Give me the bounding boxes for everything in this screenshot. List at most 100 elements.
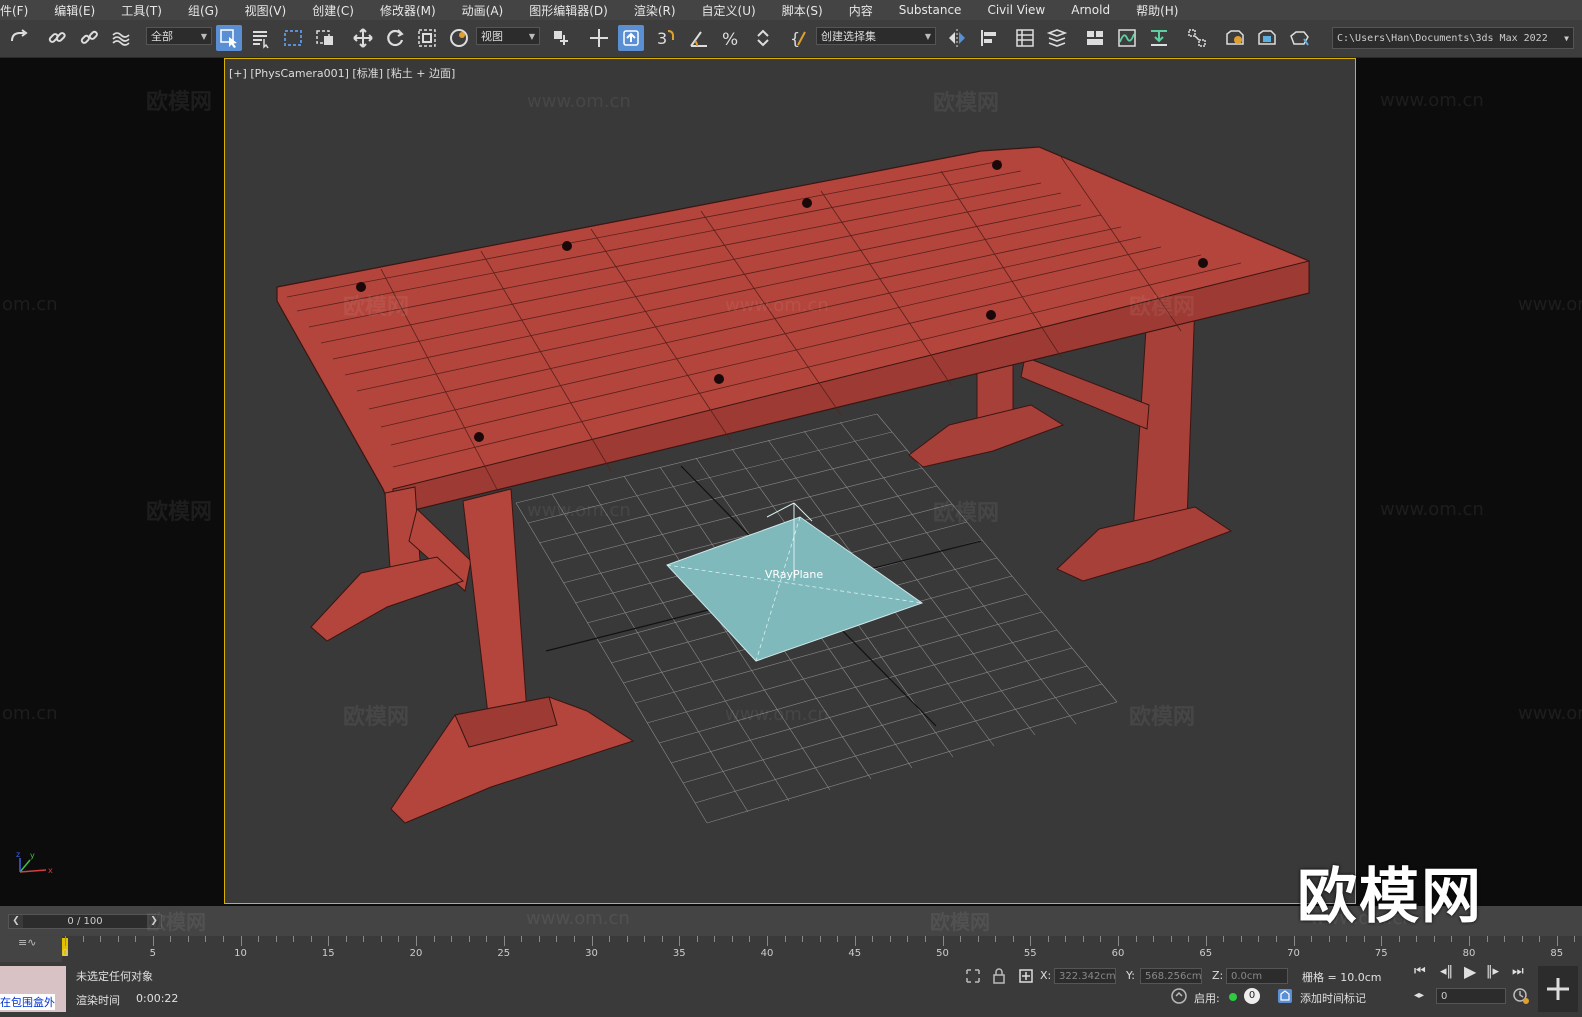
maxscript-listener[interactable]: 在包围盒外 (0, 966, 66, 1012)
time-tag-icon[interactable] (1276, 987, 1294, 1005)
create-panel-button[interactable] (1538, 966, 1578, 1012)
z-coord-field[interactable]: 0.0cm (1226, 968, 1288, 984)
next-frame-icon[interactable]: ❯ (147, 915, 161, 928)
snaps-toggle-icon[interactable]: 3 (652, 25, 678, 51)
viewport-label[interactable]: [+] [PhysCamera001] [标准] [粘土 + 边面] (229, 65, 455, 81)
toggle-ribbon-icon[interactable] (1082, 25, 1108, 51)
window-crossing-icon[interactable] (312, 25, 338, 51)
track-bar[interactable]: 0 5 10 15 20 25 30 35 40 45 50 55 60 65 70 75 80 85 (62, 936, 1582, 962)
adaptive-degradation-icon[interactable] (1170, 987, 1188, 1005)
scene-explorer-icon[interactable] (1012, 25, 1038, 51)
y-coord-label: Y: (1126, 969, 1135, 982)
layer-explorer-icon[interactable] (1044, 25, 1070, 51)
menu-item[interactable]: 内容 (837, 2, 887, 19)
mini-curve-editor-icon[interactable]: ≡∿ (18, 936, 36, 949)
goto-end-icon[interactable]: ⏭ (1512, 964, 1524, 979)
goto-start-icon[interactable]: ⏮ (1414, 964, 1426, 979)
menu-item[interactable]: Civil View (975, 3, 1059, 17)
rotate-icon[interactable] (382, 25, 408, 51)
menu-item[interactable]: 动画(A) (450, 2, 518, 19)
edit-named-selection-icon[interactable]: { (786, 25, 812, 51)
maxscript-link[interactable]: 在包围盒外 (0, 994, 55, 1010)
rendered-frame-window-icon[interactable] (1254, 25, 1280, 51)
keyboard-shortcut-override-icon[interactable] (618, 25, 644, 51)
ruler-tick (626, 936, 628, 942)
menu-item[interactable]: 视图(V) (233, 2, 301, 19)
menu-item[interactable]: 脚本(S) (770, 2, 837, 19)
previous-frame-icon[interactable]: ◂‖ (1440, 964, 1453, 979)
reference-coord-dropdown[interactable]: 视图 ▼ (476, 27, 540, 45)
ruler-tick (696, 936, 698, 942)
prev-frame-icon[interactable]: ❮ (9, 915, 23, 928)
angle-snap-icon[interactable] (686, 25, 712, 51)
current-frame-field[interactable]: 0 (1436, 988, 1506, 1004)
watermark: www.om.cn (1518, 294, 1582, 315)
ruler-tick (451, 936, 453, 942)
mirror-icon[interactable] (944, 25, 970, 51)
menu-item[interactable]: 工具(T) (109, 2, 176, 19)
time-config-icon[interactable] (1512, 987, 1530, 1005)
menu-item[interactable]: 编辑(E) (42, 2, 109, 19)
select-manipulate-icon[interactable] (586, 25, 612, 51)
move-icon[interactable] (350, 25, 376, 51)
key-mode-toggle-icon[interactable]: ◂▸ (1414, 990, 1424, 1001)
ruler-tick (503, 936, 505, 946)
percent-snap-icon[interactable]: % (718, 25, 744, 51)
redo-icon[interactable] (6, 25, 32, 51)
bind-space-warp-icon[interactable] (108, 25, 134, 51)
svg-text:x: x (48, 866, 53, 875)
ruler-tick (731, 936, 733, 942)
align-icon[interactable] (976, 25, 1002, 51)
select-by-name-icon[interactable] (248, 25, 274, 51)
unlink-icon[interactable] (76, 25, 102, 51)
watermark: om.cn (2, 703, 58, 724)
render-production-icon[interactable] (1286, 25, 1312, 51)
link-icon[interactable] (44, 25, 70, 51)
material-editor-icon[interactable] (1184, 25, 1210, 51)
schematic-view-icon[interactable] (1146, 25, 1172, 51)
ruler-tick (486, 936, 488, 942)
lock-icon[interactable] (990, 967, 1008, 985)
menu-item[interactable]: Arnold (1059, 3, 1124, 17)
table-front-legs[interactable] (310, 486, 635, 824)
selection-filter-dropdown[interactable]: 全部 ▼ (146, 27, 212, 45)
menu-item[interactable]: 图形编辑器(D) (517, 2, 622, 19)
menu-item[interactable]: 创建(C) (300, 2, 368, 19)
named-selection-dropdown[interactable]: 创建选择集 ▼ (816, 27, 936, 45)
render-setup-icon[interactable] (1222, 25, 1248, 51)
ruler-tick (416, 936, 417, 946)
camera-viewport[interactable]: [+] [PhysCamera001] [标准] [粘土 + 边面] VRayP… (224, 58, 1356, 904)
time-slider[interactable]: ❮ 0 / 100 ❯ (8, 914, 162, 929)
project-path-field[interactable]: C:\Users\Han\Documents\3ds Max 2022 ▼ (1332, 27, 1574, 49)
spinner-snap-icon[interactable] (750, 25, 776, 51)
ruler-tick (573, 936, 575, 942)
rect-selection-region-icon[interactable] (280, 25, 306, 51)
menu-item[interactable]: 帮助(H) (1124, 2, 1192, 19)
next-frame-icon[interactable]: ‖▸ (1486, 964, 1499, 979)
y-coord-field[interactable]: 568.256cm (1140, 968, 1202, 984)
ruler-tick (1100, 936, 1102, 942)
ruler-tick (293, 936, 295, 942)
menu-bar: 文件(F)编辑(E)工具(T)组(G)视图(V)创建(C)修改器(M)动画(A)… (0, 0, 1582, 20)
x-coord-field[interactable]: 322.342cm (1054, 968, 1116, 984)
menu-item[interactable]: 修改器(M) (368, 2, 450, 19)
pivot-center-icon[interactable] (548, 25, 574, 51)
menu-item[interactable]: 自定义(U) (690, 2, 770, 19)
select-object-icon[interactable] (216, 25, 242, 51)
ruler-label: 50 (936, 948, 949, 959)
menu-item[interactable]: 组(G) (176, 2, 233, 19)
scale-icon[interactable] (414, 25, 440, 51)
menu-item[interactable]: 渲染(R) (622, 2, 690, 19)
curve-editor-icon[interactable] (1114, 25, 1140, 51)
play-icon[interactable]: ▶ (1464, 962, 1476, 981)
absolute-mode-icon[interactable] (1017, 967, 1035, 985)
add-time-tag[interactable]: 添加时间标记 (1300, 990, 1366, 1006)
ruler-tick (767, 936, 768, 946)
menu-item[interactable]: Substance (887, 3, 976, 17)
placement-icon[interactable] (446, 25, 472, 51)
ruler-tick (1205, 936, 1207, 946)
isolate-selection-icon[interactable] (964, 967, 982, 985)
enable-count-badge[interactable]: 0 (1244, 988, 1260, 1004)
watermark: 欧模网 (930, 910, 990, 934)
menu-item[interactable]: 文件(F) (0, 2, 42, 19)
